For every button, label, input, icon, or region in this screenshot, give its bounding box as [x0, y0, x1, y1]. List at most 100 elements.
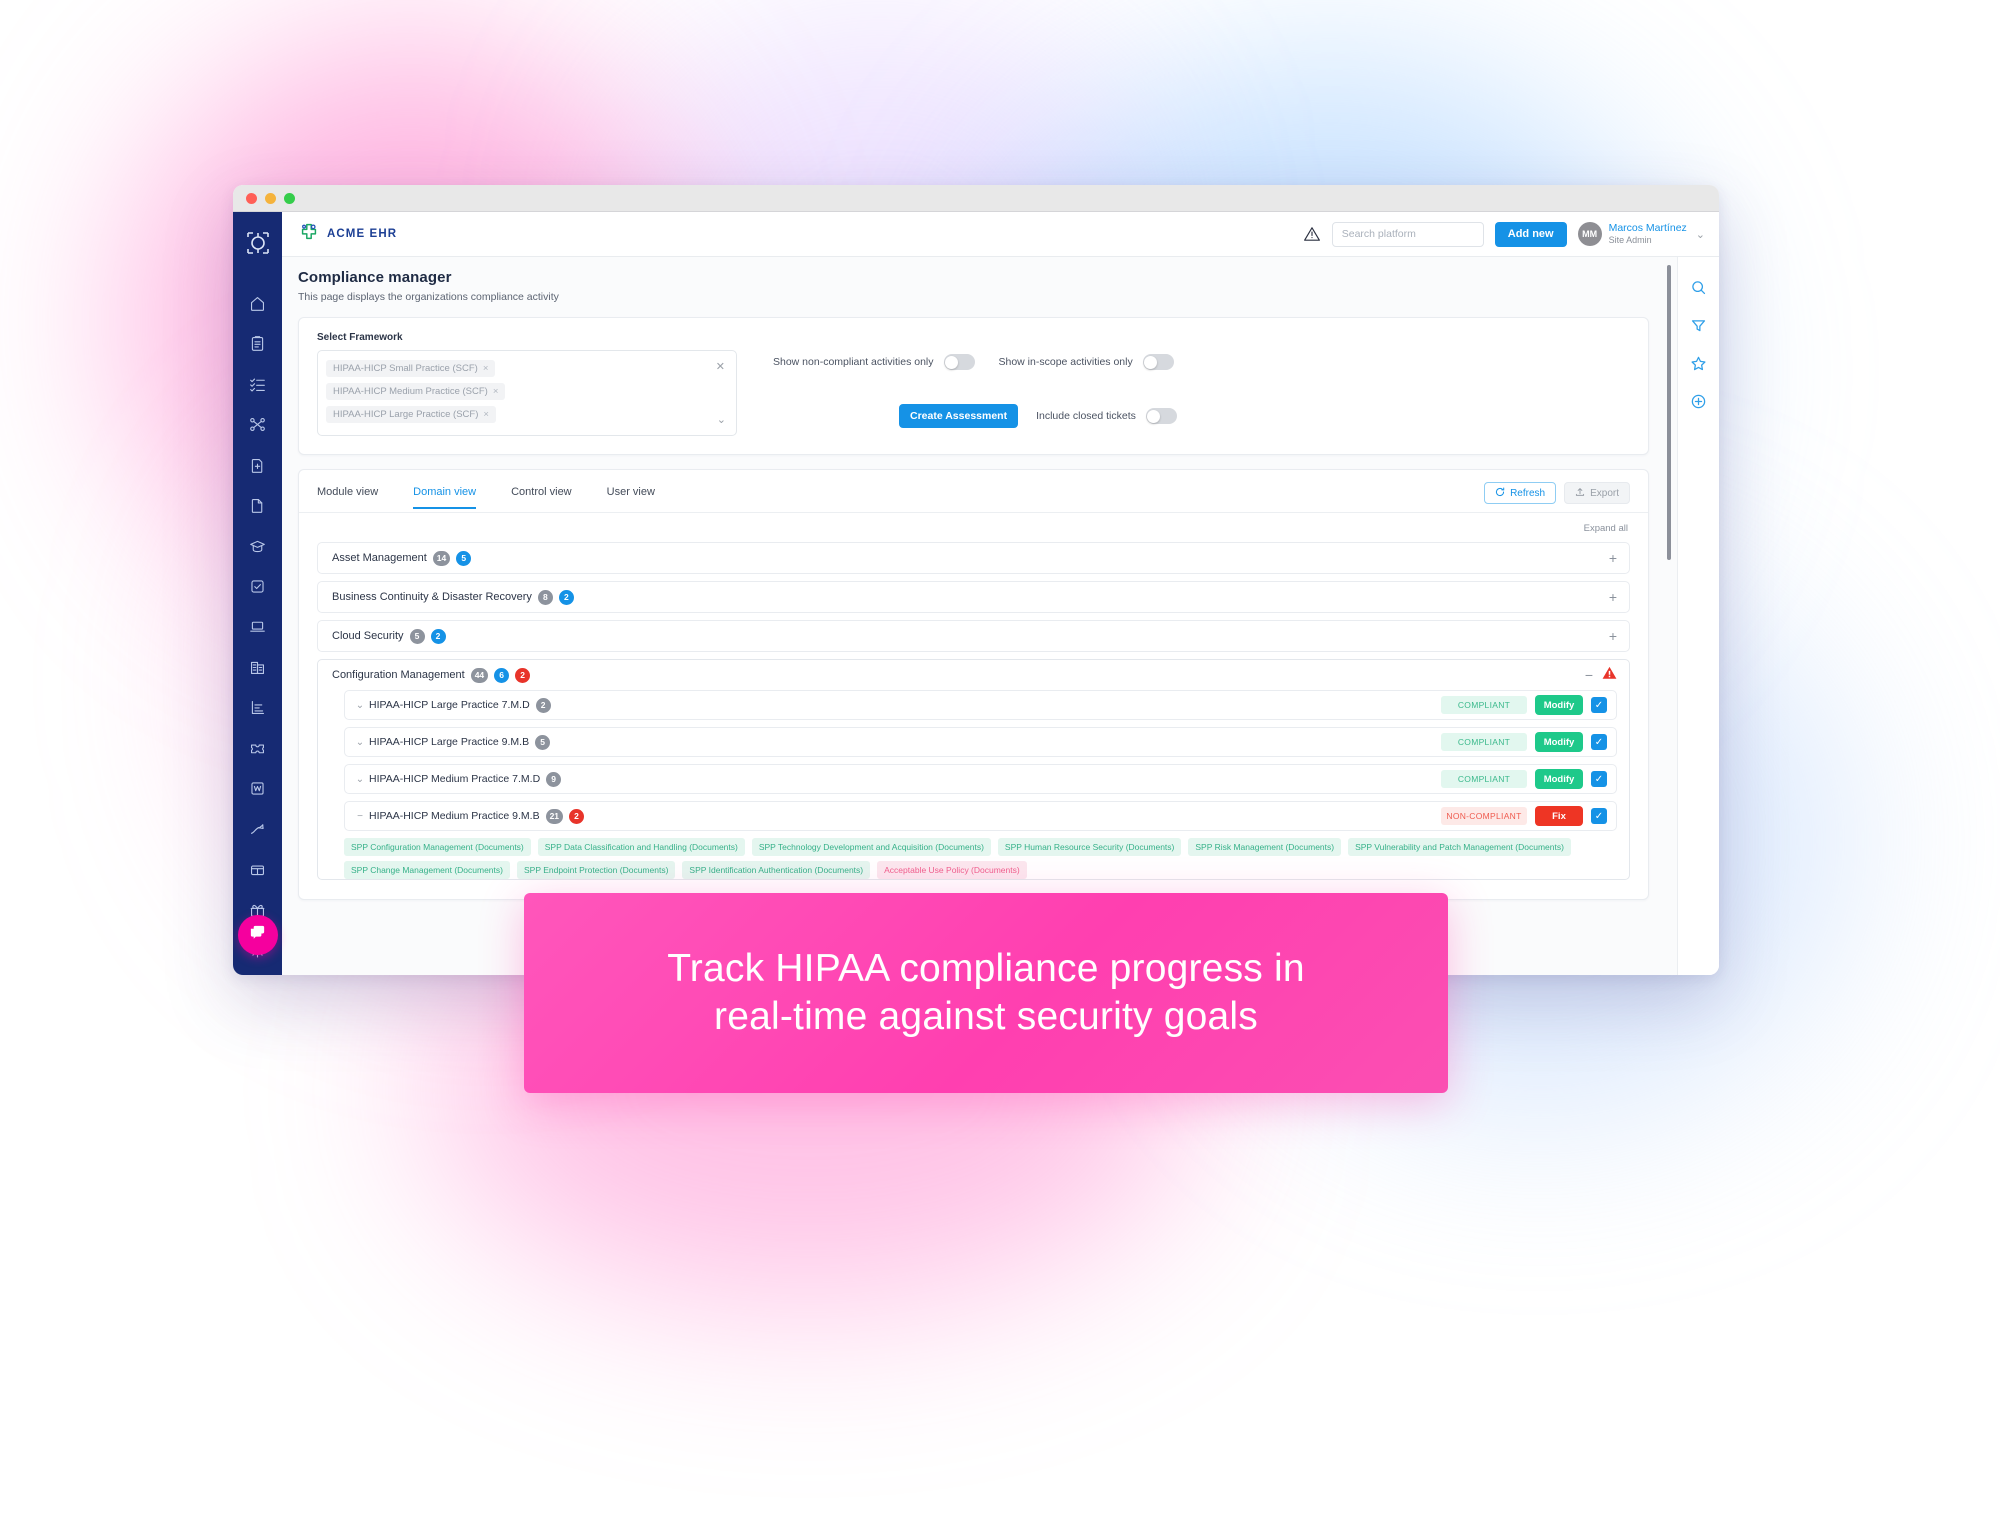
sidebar-item-tasks[interactable]	[241, 368, 275, 400]
sidebar-item-home[interactable]	[241, 287, 275, 319]
toggle-in-scope-only[interactable]	[1142, 354, 1174, 370]
export-button[interactable]: Export	[1564, 482, 1630, 504]
domain-accordion-header[interactable]: Asset Management 14 5 +	[318, 543, 1629, 573]
spp-tag[interactable]: SPP Human Resource Security (Documents)	[997, 838, 1182, 856]
select-control-checkbox[interactable]: ✓	[1591, 771, 1607, 787]
toggle-non-compliant-only[interactable]	[943, 354, 975, 370]
scrollbar-thumb[interactable]	[1667, 265, 1671, 560]
refresh-icon	[1495, 487, 1505, 500]
star-icon[interactable]	[1690, 355, 1707, 372]
toggle-include-closed-tickets[interactable]	[1145, 408, 1177, 424]
control-row: ⌄ HIPAA-HICP Large Practice 9.M.B 5 COMP…	[344, 727, 1617, 757]
tab-domain-view[interactable]: Domain view	[413, 486, 477, 509]
spp-tag[interactable]: SPP Configuration Management (Documents)	[344, 838, 531, 856]
status-badge: NON-COMPLIANT	[1441, 807, 1527, 825]
domain-badge-total: 8	[537, 589, 553, 605]
close-window-button[interactable]	[246, 192, 257, 204]
modify-button[interactable]: Modify	[1535, 732, 1583, 752]
remove-chip-icon[interactable]: ×	[483, 409, 489, 420]
sidebar-item-vendors[interactable]	[241, 651, 275, 683]
control-row: − HIPAA-HICP Medium Practice 9.M.B 21 2 …	[344, 801, 1617, 831]
toggle-knob	[945, 355, 958, 369]
sidebar-item-wiki[interactable]	[241, 773, 275, 805]
spp-tag[interactable]: SPP Risk Management (Documents)	[1188, 838, 1342, 856]
search-input[interactable]	[1331, 221, 1484, 247]
framework-chip[interactable]: HIPAA-HICP Small Practice (SCF) ×	[326, 360, 496, 377]
window-titlebar	[233, 185, 1719, 212]
spp-tag[interactable]: SPP Technology Development and Acquisiti…	[751, 838, 991, 856]
collapse-control-icon[interactable]: −	[353, 811, 367, 822]
domain-accordion-header[interactable]: Configuration Management 44 6 2 −	[318, 660, 1629, 690]
chat-bubbles-icon	[248, 923, 267, 947]
create-assessment-button[interactable]: Create Assessment	[899, 404, 1019, 428]
expand-control-icon[interactable]: ⌄	[353, 700, 367, 711]
user-menu[interactable]: MM Marcos Martínez Site Admin ⌄	[1577, 222, 1705, 246]
modify-button[interactable]: Modify	[1535, 769, 1583, 789]
maximize-window-button[interactable]	[284, 192, 295, 204]
expand-toggle-icon[interactable]: +	[1609, 629, 1617, 643]
tab-user-view[interactable]: User view	[607, 486, 655, 509]
domain-accordion-header[interactable]: Business Continuity & Disaster Recovery …	[318, 582, 1629, 612]
minimize-window-button[interactable]	[265, 192, 276, 204]
aperture-brand-icon[interactable]	[245, 230, 271, 261]
toggle-label-in-scope: Show in-scope activities only	[998, 356, 1133, 368]
remove-chip-icon[interactable]: ×	[483, 363, 489, 374]
app-logo[interactable]: ACME EHR	[298, 221, 397, 248]
refresh-button[interactable]: Refresh	[1484, 482, 1557, 504]
framework-chip-label: HIPAA-HICP Large Practice (SCF)	[333, 409, 479, 420]
modify-button[interactable]: Modify	[1535, 695, 1583, 715]
sidebar-item-documents[interactable]	[241, 489, 275, 521]
promo-banner: Track HIPAA compliance progress in real-…	[524, 893, 1448, 1093]
laptop-icon	[249, 618, 266, 635]
clear-all-icon[interactable]: ✕	[716, 360, 725, 373]
tab-module-view[interactable]: Module view	[317, 486, 378, 509]
framework-chip[interactable]: HIPAA-HICP Medium Practice (SCF) ×	[326, 383, 506, 400]
tab-control-view[interactable]: Control view	[511, 486, 572, 509]
select-control-checkbox[interactable]: ✓	[1591, 808, 1607, 824]
page-scrollbar[interactable]	[1663, 257, 1677, 975]
remove-chip-icon[interactable]: ×	[493, 386, 499, 397]
sidebar-item-assessments[interactable]	[241, 327, 275, 359]
spp-tag[interactable]: SPP Endpoint Protection (Documents)	[516, 861, 676, 879]
domain-accordion-header[interactable]: Cloud Security 5 2 +	[318, 621, 1629, 651]
framework-multiselect[interactable]: HIPAA-HICP Small Practice (SCF) × HIPAA-H…	[317, 350, 737, 436]
chevron-down-icon[interactable]: ⌄	[1696, 228, 1705, 241]
spp-tag[interactable]: SPP Identification Authentication (Docum…	[682, 861, 871, 879]
domain-name: Configuration Management	[332, 669, 465, 681]
expand-toggle-icon[interactable]: +	[1609, 590, 1617, 604]
filter-icon[interactable]	[1690, 317, 1707, 334]
spp-tag[interactable]: SPP Data Classification and Handling (Do…	[537, 838, 745, 856]
framework-chip[interactable]: HIPAA-HICP Large Practice (SCF) ×	[326, 406, 496, 423]
control-badge-count: 9	[546, 771, 562, 787]
warning-triangle-icon[interactable]	[1303, 225, 1321, 243]
search-icon[interactable]	[1690, 279, 1707, 296]
expand-control-icon[interactable]: ⌄	[353, 737, 367, 748]
expand-toggle-icon[interactable]: −	[1585, 668, 1593, 682]
select-control-checkbox[interactable]: ✓	[1591, 697, 1607, 713]
expand-toggle-icon[interactable]: +	[1609, 551, 1617, 565]
spp-tag[interactable]: SPP Change Management (Documents)	[344, 861, 510, 879]
chevron-down-icon[interactable]: ⌄	[717, 413, 726, 426]
compliance-table-card: Module view Domain view Control view Use…	[298, 469, 1649, 900]
sidebar-item-training[interactable]	[241, 530, 275, 562]
control-name: HIPAA-HICP Medium Practice 7.M.D	[369, 773, 541, 785]
sidebar-item-integrations[interactable]	[241, 408, 275, 440]
sidebar-item-analytics[interactable]	[241, 813, 275, 845]
expand-all-link[interactable]: Expand all	[299, 513, 1648, 542]
control-name: HIPAA-HICP Large Practice 9.M.B	[369, 736, 530, 748]
select-control-checkbox[interactable]: ✓	[1591, 734, 1607, 750]
chat-support-button[interactable]	[237, 915, 278, 955]
sidebar-item-new-document[interactable]	[241, 449, 275, 481]
sidebar-item-reports[interactable]	[241, 692, 275, 724]
sidebar-item-tickets[interactable]	[241, 732, 275, 764]
spp-tag[interactable]: Acceptable Use Policy (Documents)	[877, 861, 1027, 879]
sidebar-item-devices[interactable]	[241, 611, 275, 643]
expand-control-icon[interactable]: ⌄	[353, 774, 367, 785]
sidebar-item-marketplace[interactable]	[241, 854, 275, 886]
plus-circle-icon[interactable]	[1690, 393, 1707, 410]
control-badge-count: 21	[545, 808, 564, 824]
add-new-button[interactable]: Add new	[1494, 221, 1567, 247]
spp-tag[interactable]: SPP Vulnerability and Patch Management (…	[1348, 838, 1571, 856]
sidebar-item-approvals[interactable]	[241, 570, 275, 602]
fix-button[interactable]: Fix	[1535, 806, 1583, 826]
